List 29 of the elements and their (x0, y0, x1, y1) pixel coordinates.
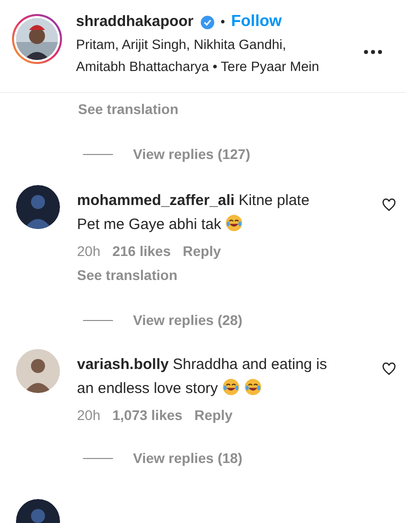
see-translation-link[interactable]: See translation (77, 267, 178, 283)
heart-icon[interactable] (382, 362, 396, 376)
laughing-emoji-icon (225, 214, 244, 232)
audio-credits: Pritam, Arijit Singh, Nikhita Gandhi, (76, 36, 288, 54)
comment-text: an endless love story (77, 380, 218, 397)
comment-username[interactable]: mohammed_zaffer_ali (77, 192, 235, 209)
comment-time: 20h (77, 242, 100, 261)
separator-dot: • (220, 13, 226, 32)
audio-credits: Amitabh Bhattacharya • Tere Pyaar Mein (76, 58, 320, 76)
view-replies-link[interactable]: View replies (28) (133, 310, 242, 331)
comment-username[interactable]: variash.bolly (77, 356, 169, 373)
comment-text: Shraddha and eating is (172, 356, 328, 373)
heart-icon[interactable] (382, 198, 396, 212)
comment-time: 20h (77, 406, 100, 425)
comment-text: Pet me Gaye abhi tak (77, 216, 222, 233)
story-ring[interactable] (12, 14, 62, 64)
see-translation-link[interactable]: See translation (78, 101, 178, 117)
like-count[interactable]: 1,073 likes (112, 405, 182, 426)
laughing-emoji-icon (222, 378, 240, 396)
follow-button[interactable]: Follow (231, 10, 282, 34)
laughing-emoji-icon (244, 378, 262, 396)
more-options-icon[interactable] (364, 50, 382, 54)
username[interactable]: shraddhakapoor (76, 10, 194, 34)
comment-text: Kitne plate (238, 192, 310, 209)
reply-button[interactable]: Reply (194, 405, 233, 426)
view-replies-link[interactable]: View replies (18) (133, 448, 242, 469)
reply-button[interactable]: Reply (182, 241, 221, 262)
view-replies-link[interactable]: View replies (127) (133, 144, 250, 165)
like-count[interactable]: 216 likes (112, 241, 171, 262)
